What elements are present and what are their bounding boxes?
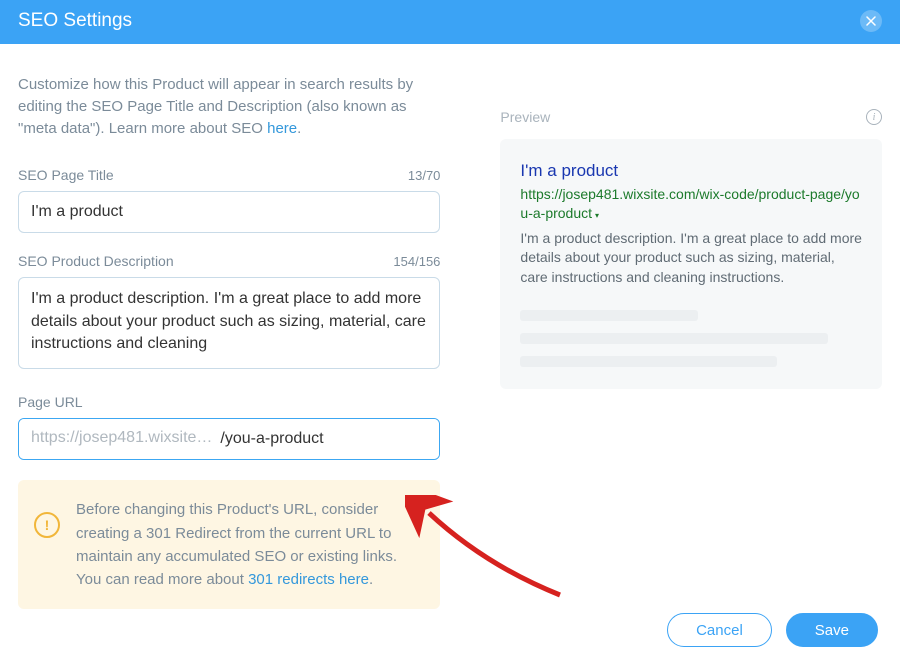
preview-title: I'm a product <box>520 161 862 181</box>
skeleton-line <box>520 356 776 367</box>
intro-text: Customize how this Product will appear i… <box>18 74 440 139</box>
seo-description-label: SEO Product Description <box>18 253 174 269</box>
page-url-label: Page URL <box>18 394 83 410</box>
seo-title-field: SEO Page Title 13/70 <box>18 167 440 233</box>
info-icon[interactable]: i <box>866 109 882 125</box>
intro-text-after: . <box>297 120 301 137</box>
seo-title-input[interactable] <box>18 191 440 233</box>
modal-header: SEO Settings <box>0 0 900 44</box>
close-icon[interactable] <box>860 10 882 32</box>
cancel-button[interactable]: Cancel <box>667 613 772 647</box>
url-change-warning: ! Before changing this Product's URL, co… <box>18 480 440 609</box>
skeleton-line <box>520 310 698 321</box>
page-url-input[interactable] <box>220 419 439 459</box>
modal-title: SEO Settings <box>18 10 132 32</box>
skeleton-line <box>520 333 827 344</box>
preview-label: Preview <box>500 109 550 125</box>
seo-description-counter: 154/156 <box>393 254 440 269</box>
preview-card: I'm a product https://josep481.wixsite.c… <box>500 139 882 389</box>
preview-description: I'm a product description. I'm a great p… <box>520 229 862 288</box>
modal-footer: Cancel Save <box>667 613 878 647</box>
save-button[interactable]: Save <box>786 613 878 647</box>
seo-description-field: SEO Product Description 154/156 I'm a pr… <box>18 253 440 374</box>
redirect-learn-more-link[interactable]: 301 redirects here <box>248 571 369 588</box>
seo-description-input[interactable]: I'm a product description. I'm a great p… <box>18 277 440 369</box>
warning-icon: ! <box>34 512 60 538</box>
seo-learn-more-link[interactable]: here <box>267 120 297 137</box>
warning-text-after: . <box>369 571 373 588</box>
intro-text-body: Customize how this Product will appear i… <box>18 76 413 137</box>
page-url-row: https://josep481.wixsite… <box>18 418 440 460</box>
seo-title-label: SEO Page Title <box>18 167 114 183</box>
page-url-prefix: https://josep481.wixsite… <box>19 419 220 459</box>
preview-url: https://josep481.wixsite.com/wix-code/pr… <box>520 185 862 223</box>
page-url-field: Page URL https://josep481.wixsite… <box>18 394 440 460</box>
seo-title-counter: 13/70 <box>408 168 441 183</box>
